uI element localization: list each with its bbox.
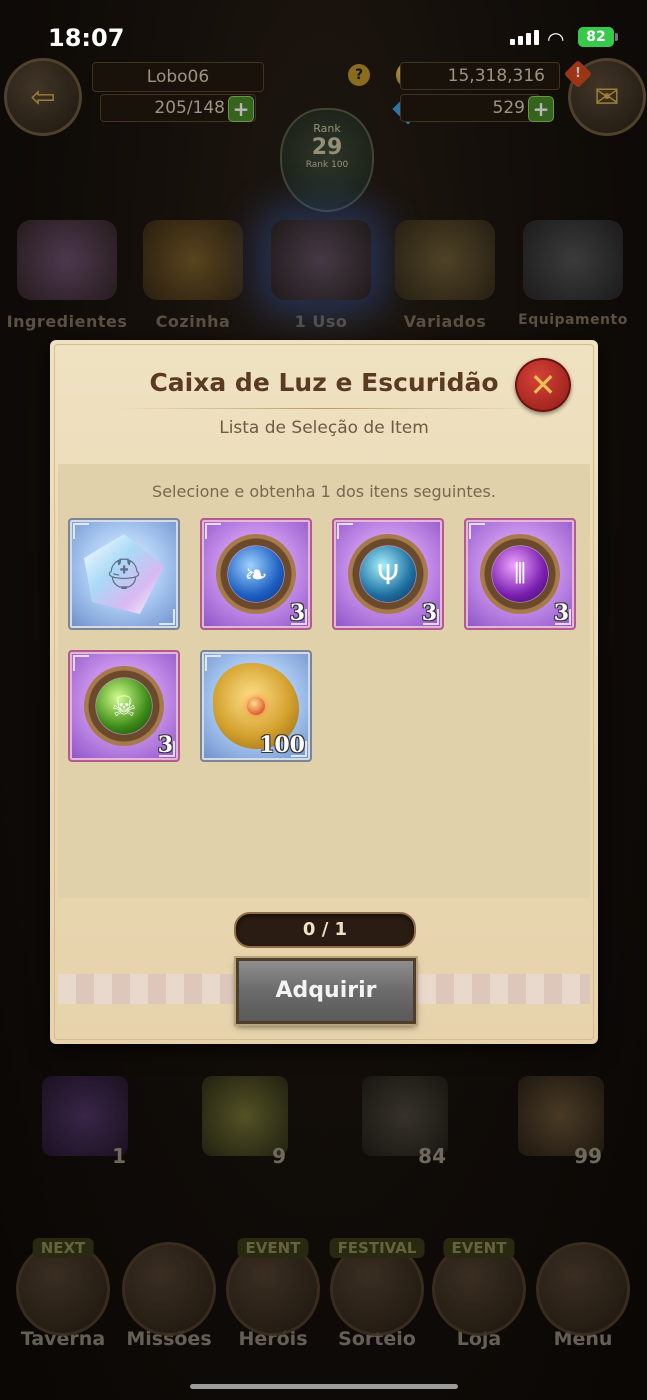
item-option-3[interactable]: Ψ 3 [332, 518, 444, 630]
selection-hint: Selecione e obtenha 1 dos itens seguinte… [152, 482, 496, 501]
blue-feather-rune-icon: ❧ [216, 534, 296, 614]
crystal-helmet-icon: ⛑ [84, 534, 164, 614]
item-option-1[interactable]: ⛑ [68, 518, 180, 630]
close-button[interactable]: ✕ [515, 358, 571, 412]
teal-antler-rune-icon: Ψ [348, 534, 428, 614]
close-icon: ✕ [529, 366, 557, 404]
item-quantity: 3 [421, 600, 437, 626]
item-quantity: 100 [259, 732, 305, 758]
wifi-icon: ◠ [547, 27, 565, 51]
battery-level: 82 [586, 29, 606, 45]
item-quantity: 3 [553, 600, 569, 626]
item-quantity: 3 [157, 732, 173, 758]
acquire-button[interactable]: Adquirir [236, 958, 416, 1024]
item-option-4[interactable]: ⫴ 3 [464, 518, 576, 630]
title-divider [114, 408, 534, 409]
signal-icon [510, 30, 539, 45]
status-bar: 18:07 ◠ 82 [0, 0, 647, 52]
status-time: 18:07 [48, 24, 125, 52]
selection-panel: Selecione e obtenha 1 dos itens seguinte… [58, 464, 590, 898]
item-selection-dialog: Caixa de Luz e Escuridão Lista de Seleçã… [50, 340, 598, 1044]
battery-icon: 82 [578, 27, 618, 47]
selection-counter: 0 / 1 [234, 912, 416, 948]
green-dragon-rune-icon: ☠ [84, 666, 164, 746]
dialog-subtitle: Lista de Seleção de Item [219, 418, 429, 438]
item-option-2[interactable]: ❧ 3 [200, 518, 312, 630]
item-option-6[interactable]: 100 [200, 650, 312, 762]
item-quantity: 3 [289, 600, 305, 626]
violet-claw-rune-icon: ⫴ [480, 534, 560, 614]
item-option-5[interactable]: ☠ 3 [68, 650, 180, 762]
